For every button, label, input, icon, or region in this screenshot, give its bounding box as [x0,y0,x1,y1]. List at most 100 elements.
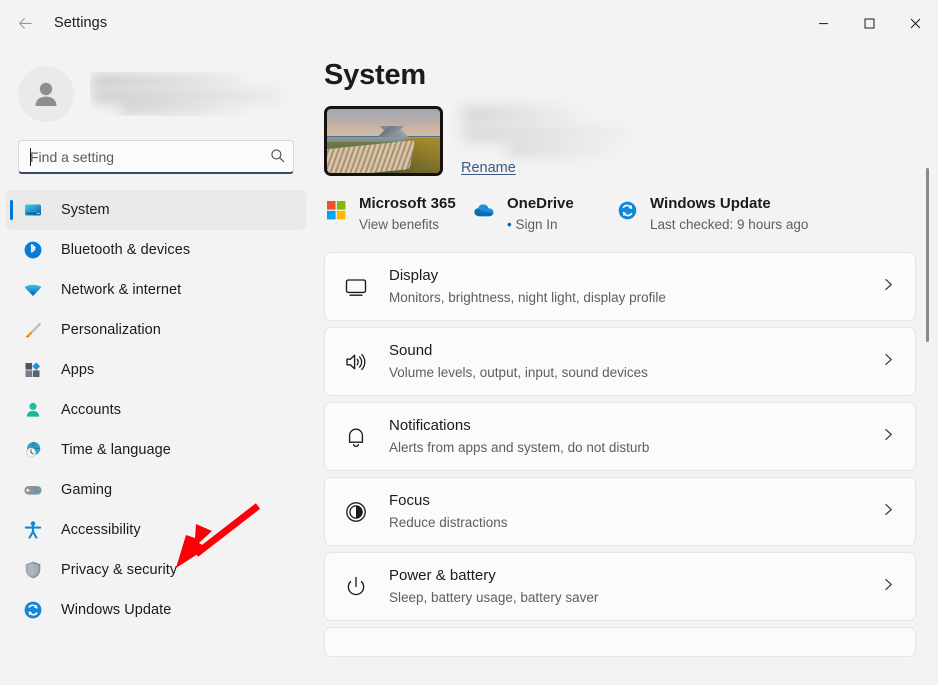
microsoft-logo-icon [324,198,348,222]
sidebar-item-apps[interactable]: Apps [6,350,306,390]
sidebar-item-label: Windows Update [61,602,171,618]
sidebar-item-network-internet[interactable]: Network & internet [6,270,306,310]
sidebar-item-system[interactable]: System [6,190,306,230]
quick-link-subtitle: Sign In [516,217,558,232]
card-title: Display [389,266,882,286]
chevron-right-icon [882,503,895,521]
sidebar-item-bluetooth-devices[interactable]: Bluetooth & devices [6,230,306,270]
clock-globe-icon [22,439,44,461]
power-icon [343,574,369,600]
card-subtitle: Volume levels, output, input, sound devi… [389,363,882,382]
sidebar-item-accessibility[interactable]: Accessibility [6,510,306,550]
quick-link-subtitle: View benefits [359,215,456,234]
sidebar: System Bluetooth & devices [0,46,312,685]
sidebar-item-label: Privacy & security [61,562,177,578]
back-arrow-icon [17,15,34,32]
maximize-button[interactable] [846,0,892,46]
sidebar-item-label: Personalization [61,322,161,338]
quick-link-onedrive[interactable]: OneDrive • Sign In [472,194,615,234]
sidebar-item-time-language[interactable]: Time & language [6,430,306,470]
quick-link-microsoft-365[interactable]: Microsoft 365 View benefits [324,194,472,234]
gamepad-icon [22,479,44,501]
card-subtitle: Reduce distractions [389,513,882,532]
user-avatar-icon [29,77,63,111]
card-title: Notifications [389,416,882,436]
sidebar-item-label: Network & internet [61,282,181,298]
chevron-right-icon [882,578,895,596]
quick-link-windows-update[interactable]: Windows Update Last checked: 9 hours ago [615,194,808,234]
sidebar-item-label: Gaming [61,482,112,498]
chevron-right-icon [882,428,895,446]
page-title: System [324,59,938,92]
account-name-redacted [90,72,290,116]
sidebar-item-privacy-security[interactable]: Privacy & security [6,550,306,590]
status-dot: • [507,217,512,232]
shield-icon [22,559,44,581]
apps-icon [22,359,44,381]
settings-window: Settings [0,0,938,685]
card-subtitle: Monitors, brightness, night light, displ… [389,288,882,307]
monitor-icon [343,274,369,300]
scrollbar-thumb[interactable] [926,168,929,342]
sidebar-item-accounts[interactable]: Accounts [6,390,306,430]
quick-link-title: OneDrive [507,195,574,212]
settings-card-display[interactable]: Display Monitors, brightness, night ligh… [324,252,916,321]
settings-card-power-battery[interactable]: Power & battery Sleep, battery usage, ba… [324,552,916,621]
sidebar-item-label: Accounts [61,402,121,418]
settings-card-list: Display Monitors, brightness, night ligh… [324,252,916,657]
close-icon [910,18,921,29]
device-summary: Rename [324,106,938,178]
search-input[interactable] [18,140,294,174]
minimize-button[interactable] [800,0,846,46]
card-title: Power & battery [389,566,882,586]
title-bar: Settings [0,0,938,46]
bluetooth-icon [22,239,44,261]
accounts-person-icon [22,399,44,421]
avatar [18,66,74,122]
sidebar-item-label: System [61,202,110,218]
close-button[interactable] [892,0,938,46]
sidebar-nav: System Bluetooth & devices [0,190,312,630]
account-block[interactable] [0,46,312,128]
main-content: System Rename [312,46,938,685]
sidebar-item-label: Time & language [61,442,171,458]
device-name-block: Rename [459,106,649,178]
sidebar-item-label: Accessibility [61,522,141,538]
quick-links: Microsoft 365 View benefits OneDrive • S… [324,194,938,234]
quick-link-subtitle: Last checked: 9 hours ago [650,215,808,234]
window-controls [800,0,938,46]
system-monitor-icon [22,199,44,221]
speaker-icon [343,349,369,375]
settings-card-sound[interactable]: Sound Volume levels, output, input, soun… [324,327,916,396]
rename-link[interactable]: Rename [461,160,516,176]
content-scrollbar[interactable] [923,106,933,685]
sidebar-item-gaming[interactable]: Gaming [6,470,306,510]
wifi-icon [22,279,44,301]
update-refresh-icon [615,198,639,222]
settings-card-focus[interactable]: Focus Reduce distractions [324,477,916,546]
card-subtitle: Alerts from apps and system, do not dist… [389,438,882,457]
sidebar-item-label: Bluetooth & devices [61,242,190,258]
window-title: Settings [54,15,107,31]
bell-icon [343,424,369,450]
sidebar-item-personalization[interactable]: Personalization [6,310,306,350]
settings-card-notifications[interactable]: Notifications Alerts from apps and syste… [324,402,916,471]
update-refresh-icon [22,599,44,621]
sidebar-item-label: Apps [61,362,94,378]
search-field-wrapper [18,140,294,174]
settings-card-next-partial[interactable] [324,627,916,657]
minimize-icon [818,18,829,29]
card-subtitle: Sleep, battery usage, battery saver [389,588,882,607]
sidebar-item-windows-update[interactable]: Windows Update [6,590,306,630]
back-button[interactable] [8,8,42,38]
card-title: Sound [389,341,882,361]
chevron-right-icon [882,353,895,371]
text-caret [30,148,31,166]
quick-link-subtitle-wrap: • Sign In [507,215,574,234]
accessibility-icon [22,519,44,541]
card-title: Focus [389,491,882,511]
maximize-icon [864,18,875,29]
paintbrush-icon [22,319,44,341]
focus-icon [343,499,369,525]
quick-link-title: Microsoft 365 [359,195,456,212]
